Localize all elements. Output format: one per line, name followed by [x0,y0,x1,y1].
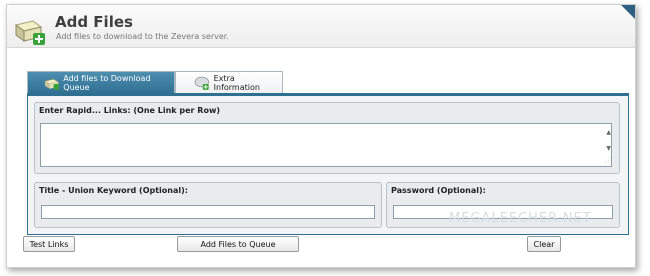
add-files-to-queue-button[interactable]: Add Files to Queue [177,236,299,252]
links-textarea[interactable] [40,123,612,167]
test-links-button[interactable]: Test Links [23,236,75,252]
tab-label: Extra Information [213,74,260,92]
corner-flag-icon [621,5,635,19]
add-files-icon [14,20,45,45]
extra-info-icon [194,76,210,90]
title-keyword-label: Title - Union Keyword (Optional): [39,186,188,195]
scroll-up-icon[interactable]: ▲ [606,129,611,136]
page-subtitle: Add files to download to the Zevera serv… [56,32,229,41]
links-label: Enter Rapid... Links: (One Link per Row) [39,106,220,115]
tab-label: Add files to Download Queue [63,74,151,92]
title-keyword-group: Title - Union Keyword (Optional): [34,182,382,228]
tab-extra-information[interactable]: Extra Information [175,71,283,94]
download-queue-icon [44,78,60,90]
watermark: MEGALEECHER.NET [449,211,592,226]
page-title: Add Files [55,13,133,31]
title-keyword-input[interactable] [41,205,375,219]
add-files-window: Add Files Add files to download to the Z… [6,4,636,268]
tab-add-files-to-download-queue[interactable]: Add files to Download Queue [27,71,175,94]
password-label: Password (Optional): [391,186,486,195]
clear-button[interactable]: Clear [527,236,561,252]
header: Add Files Add files to download to the Z… [7,5,635,48]
scroll-down-icon[interactable]: ▼ [606,145,611,152]
resize-grip-icon[interactable]: ⋰ [605,157,611,164]
links-group: Enter Rapid... Links: (One Link per Row)… [34,102,620,174]
